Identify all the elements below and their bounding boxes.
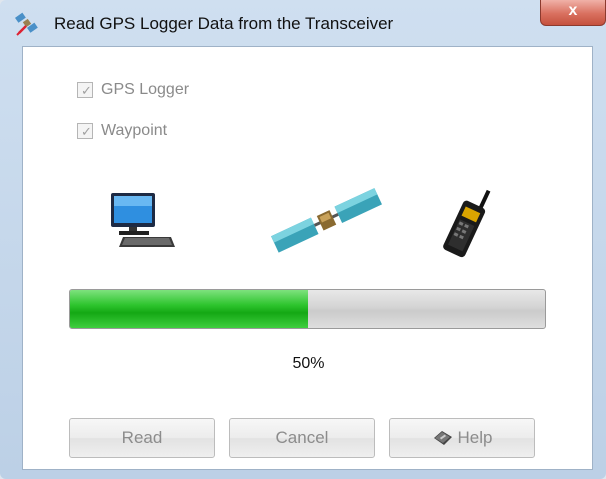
progress-percent: 50% (292, 355, 325, 372)
close-icon: x (568, 2, 578, 19)
waypoint-label: Waypoint (101, 122, 168, 139)
help-button[interactable]: Help (389, 418, 535, 458)
dialog-window: Read GPS Logger Data from the Transceive… (0, 0, 606, 479)
help-button-label: Help (457, 428, 493, 447)
satellite-icon (271, 188, 382, 253)
waypoint-checkbox[interactable]: ✓ (77, 123, 93, 139)
progress-fill (70, 290, 308, 328)
gps-logger-option[interactable]: ✓ GPS Logger (77, 79, 189, 101)
computer-icon (111, 193, 175, 247)
read-button[interactable]: Read (69, 418, 215, 458)
gps-logger-checkbox[interactable]: ✓ (77, 82, 93, 98)
close-button[interactable]: x (540, 0, 606, 26)
dialog-body: ✓ GPS Logger ✓ Waypoint 50% Read Cancel … (22, 46, 593, 470)
checkmark-icon: ✓ (81, 124, 92, 139)
progress-bar (69, 289, 546, 329)
read-button-label: Read (121, 428, 163, 447)
title-bar[interactable]: Read GPS Logger Data from the Transceive… (0, 0, 606, 46)
transceiver-icon (443, 189, 491, 258)
help-book-icon (433, 431, 452, 445)
cancel-button[interactable]: Cancel (229, 418, 375, 458)
gps-logger-label: GPS Logger (101, 81, 190, 98)
checkmark-icon: ✓ (81, 83, 92, 98)
waypoint-option[interactable]: ✓ Waypoint (77, 120, 167, 142)
satellite-app-icon (15, 12, 38, 36)
cancel-button-label: Cancel (275, 428, 329, 447)
window-title: Read GPS Logger Data from the Transceive… (54, 14, 394, 33)
